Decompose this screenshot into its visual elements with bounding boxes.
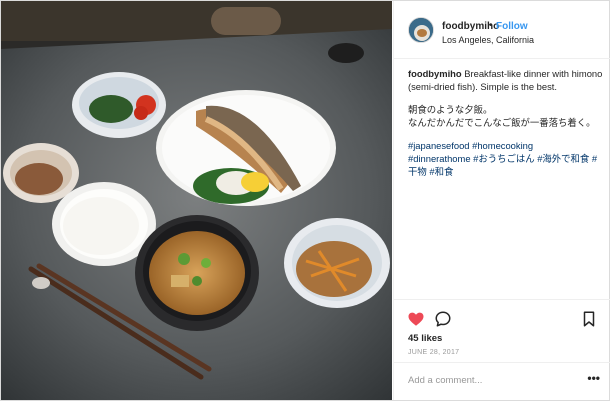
caption-english: foodbymiho Breakfast-like dinner with hi… (408, 67, 604, 93)
post-date[interactable]: JUNE 28, 2017 (408, 349, 459, 356)
hashtags-line2[interactable]: #dinnerathome #おうちごはん #海外で和食 # (408, 153, 597, 164)
like-count[interactable]: 45 likes (408, 333, 442, 344)
post-photo[interactable] (1, 1, 392, 400)
hashtags-line3[interactable]: 干物 #和食 (408, 166, 453, 177)
comment-bubble-icon[interactable] (434, 310, 452, 328)
post-side-panel: foodbymiho • Follow Los Angeles, Califor… (393, 1, 610, 401)
avatar-image-icon (409, 18, 433, 42)
heart-icon[interactable] (407, 310, 425, 328)
comment-bar: ••• (394, 362, 610, 400)
follow-separator: • (489, 20, 493, 31)
caption-text-jp-line2: なんだかんだでこんなご飯が一番落ち着く。 (408, 117, 596, 128)
comment-input[interactable] (408, 375, 568, 386)
follow-button[interactable]: Follow (496, 21, 528, 32)
hashtags-line1[interactable]: #japanesefood #homecooking (408, 140, 533, 151)
avatar[interactable] (408, 17, 434, 43)
post-caption: foodbymiho Breakfast-like dinner with hi… (408, 67, 604, 178)
post-header: foodbymiho • Follow Los Angeles, Califor… (394, 1, 610, 59)
food-photo-illustration (1, 1, 392, 400)
caption-text-jp-line1: 朝食のような夕飯。 (408, 104, 493, 115)
caption-japanese: 朝食のような夕飯。 なんだかんだでこんなご飯が一番落ち着く。 (408, 103, 604, 129)
post-actions: 45 likes JUNE 28, 2017 ••• (394, 299, 610, 401)
caption-username[interactable]: foodbymiho (408, 68, 462, 79)
bookmark-icon[interactable] (580, 310, 598, 328)
more-options-icon[interactable]: ••• (587, 371, 600, 385)
caption-hashtags[interactable]: #japanesefood #homecooking #dinnerathome… (408, 139, 604, 178)
instagram-post: foodbymiho • Follow Los Angeles, Califor… (0, 0, 610, 401)
location-link[interactable]: Los Angeles, California (442, 35, 534, 45)
